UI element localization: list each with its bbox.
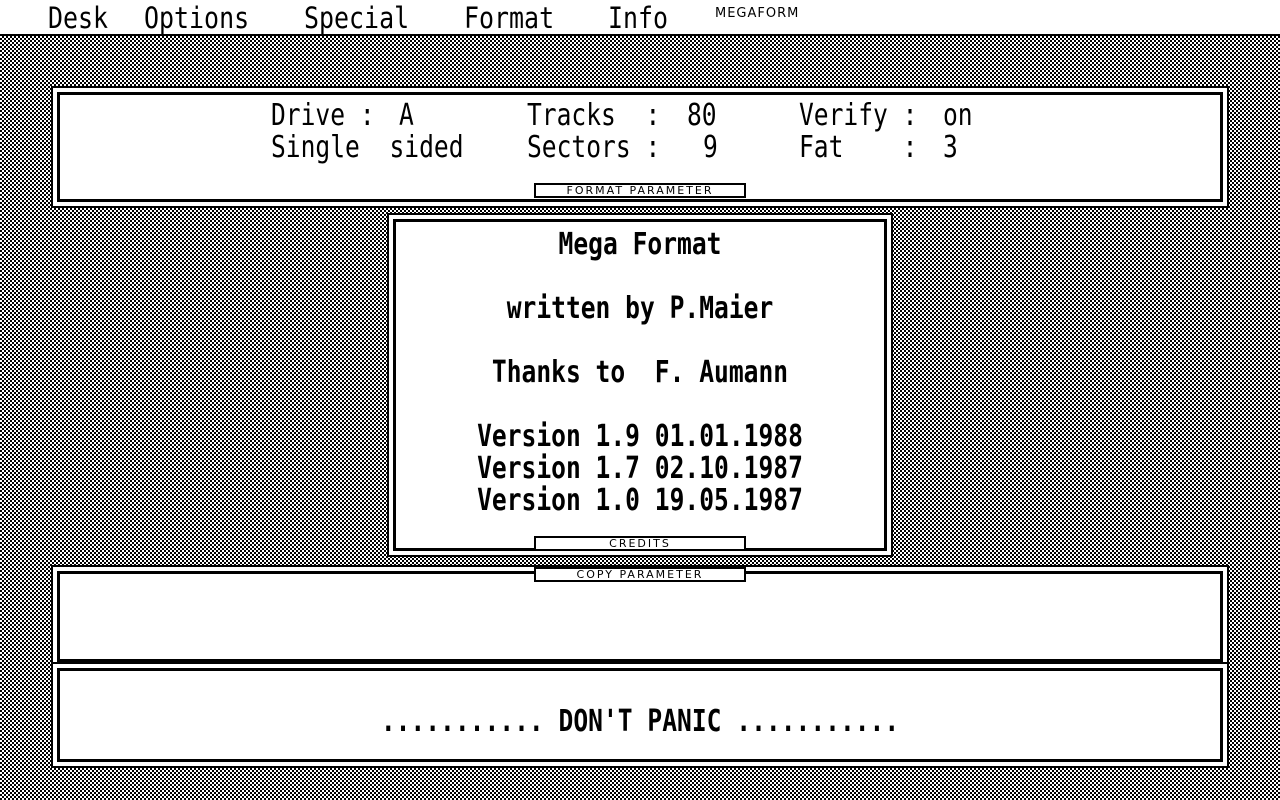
format-parameter-caption: FORMAT PARAMETER (534, 183, 746, 198)
tracks-value[interactable]: 80 (687, 100, 717, 132)
verify-value[interactable]: on (943, 100, 973, 132)
fat-label: Fat : (799, 130, 918, 165)
menu-options[interactable]: Options (144, 0, 249, 36)
menu-bar: Desk Options Special Format Info MEGAFOR… (0, 0, 1280, 36)
copy-parameter-caption: COPY PARAMETER (534, 567, 746, 582)
credits-version-1-7: Version 1.7 02.10.1987 (477, 451, 803, 486)
credits-author: written by P.Maier (506, 291, 774, 326)
menu-info[interactable]: Info (608, 0, 668, 36)
credits-title: Mega Format (558, 227, 722, 262)
menu-desk[interactable]: Desk (48, 0, 108, 36)
credits-thanks: Thanks to F. Aumann (491, 355, 789, 390)
drive-label: Drive : (271, 98, 375, 133)
status-message: ........... DON'T PANIC ........... (380, 704, 900, 739)
credits-version-1-9: Version 1.9 01.01.1988 (477, 419, 803, 454)
menu-special[interactable]: Special (304, 0, 409, 36)
verify-label: Verify : (799, 98, 918, 133)
sides-value[interactable]: Single sided (271, 132, 464, 164)
menu-format[interactable]: Format (464, 0, 554, 36)
credits-caption: CREDITS (534, 536, 746, 551)
app-title: MEGAFORM (715, 6, 800, 21)
fat-value[interactable]: 3 (943, 132, 958, 164)
credits-panel: Mega Format written by P.Maier Thanks to… (387, 213, 893, 557)
credits-version-1-0: Version 1.0 19.05.1987 (477, 483, 803, 518)
drive-value[interactable]: A (399, 100, 414, 132)
sectors-label: Sectors : (527, 130, 661, 165)
status-panel: ........... DON'T PANIC ........... (51, 662, 1229, 768)
tracks-label: Tracks : (527, 98, 661, 133)
sectors-value[interactable]: 9 (703, 132, 718, 164)
